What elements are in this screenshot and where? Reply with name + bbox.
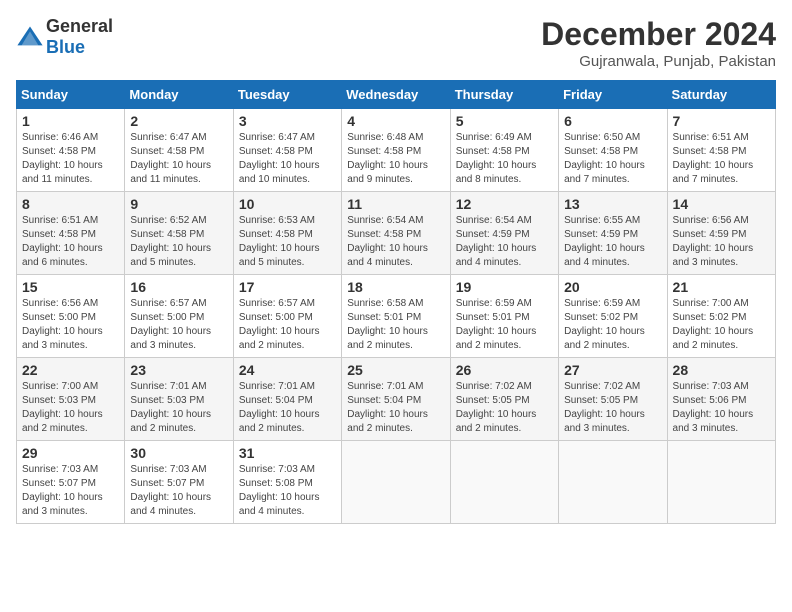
header-saturday: Saturday — [667, 81, 775, 109]
header-monday: Monday — [125, 81, 233, 109]
table-row: 12Sunrise: 6:54 AM Sunset: 4:59 PM Dayli… — [450, 192, 558, 275]
table-row: 9Sunrise: 6:52 AM Sunset: 4:58 PM Daylig… — [125, 192, 233, 275]
table-row: 27Sunrise: 7:02 AM Sunset: 5:05 PM Dayli… — [559, 358, 667, 441]
table-row — [450, 441, 558, 524]
table-row: 14Sunrise: 6:56 AM Sunset: 4:59 PM Dayli… — [667, 192, 775, 275]
table-row: 20Sunrise: 6:59 AM Sunset: 5:02 PM Dayli… — [559, 275, 667, 358]
table-row: 7Sunrise: 6:51 AM Sunset: 4:58 PM Daylig… — [667, 109, 775, 192]
table-row: 16Sunrise: 6:57 AM Sunset: 5:00 PM Dayli… — [125, 275, 233, 358]
header-friday: Friday — [559, 81, 667, 109]
logo: General Blue — [16, 16, 113, 58]
table-row: 30Sunrise: 7:03 AM Sunset: 5:07 PM Dayli… — [125, 441, 233, 524]
logo-icon — [16, 23, 44, 51]
calendar-week-2: 8Sunrise: 6:51 AM Sunset: 4:58 PM Daylig… — [17, 192, 776, 275]
table-row: 3Sunrise: 6:47 AM Sunset: 4:58 PM Daylig… — [233, 109, 341, 192]
table-row: 26Sunrise: 7:02 AM Sunset: 5:05 PM Dayli… — [450, 358, 558, 441]
header-thursday: Thursday — [450, 81, 558, 109]
location: Gujranwala, Punjab, Pakistan — [541, 53, 776, 70]
table-row: 11Sunrise: 6:54 AM Sunset: 4:58 PM Dayli… — [342, 192, 450, 275]
table-row — [342, 441, 450, 524]
table-row: 18Sunrise: 6:58 AM Sunset: 5:01 PM Dayli… — [342, 275, 450, 358]
table-row: 29Sunrise: 7:03 AM Sunset: 5:07 PM Dayli… — [17, 441, 125, 524]
table-row: 28Sunrise: 7:03 AM Sunset: 5:06 PM Dayli… — [667, 358, 775, 441]
page-header: General Blue December 2024 Gujranwala, P… — [16, 16, 776, 70]
calendar-week-4: 22Sunrise: 7:00 AM Sunset: 5:03 PM Dayli… — [17, 358, 776, 441]
table-row: 19Sunrise: 6:59 AM Sunset: 5:01 PM Dayli… — [450, 275, 558, 358]
table-row: 13Sunrise: 6:55 AM Sunset: 4:59 PM Dayli… — [559, 192, 667, 275]
table-row: 15Sunrise: 6:56 AM Sunset: 5:00 PM Dayli… — [17, 275, 125, 358]
table-row: 21Sunrise: 7:00 AM Sunset: 5:02 PM Dayli… — [667, 275, 775, 358]
title-block: December 2024 Gujranwala, Punjab, Pakist… — [541, 16, 776, 70]
header-row: Sunday Monday Tuesday Wednesday Thursday… — [17, 81, 776, 109]
table-row: 24Sunrise: 7:01 AM Sunset: 5:04 PM Dayli… — [233, 358, 341, 441]
header-tuesday: Tuesday — [233, 81, 341, 109]
table-row: 8Sunrise: 6:51 AM Sunset: 4:58 PM Daylig… — [17, 192, 125, 275]
table-row: 17Sunrise: 6:57 AM Sunset: 5:00 PM Dayli… — [233, 275, 341, 358]
logo-general: General — [46, 16, 113, 36]
table-row: 25Sunrise: 7:01 AM Sunset: 5:04 PM Dayli… — [342, 358, 450, 441]
table-row: 6Sunrise: 6:50 AM Sunset: 4:58 PM Daylig… — [559, 109, 667, 192]
calendar-week-3: 15Sunrise: 6:56 AM Sunset: 5:00 PM Dayli… — [17, 275, 776, 358]
logo-blue: Blue — [46, 37, 85, 57]
header-sunday: Sunday — [17, 81, 125, 109]
table-row: 2Sunrise: 6:47 AM Sunset: 4:58 PM Daylig… — [125, 109, 233, 192]
calendar-week-1: 1Sunrise: 6:46 AM Sunset: 4:58 PM Daylig… — [17, 109, 776, 192]
month-title: December 2024 — [541, 16, 776, 53]
header-wednesday: Wednesday — [342, 81, 450, 109]
calendar-week-5: 29Sunrise: 7:03 AM Sunset: 5:07 PM Dayli… — [17, 441, 776, 524]
table-row: 4Sunrise: 6:48 AM Sunset: 4:58 PM Daylig… — [342, 109, 450, 192]
calendar-table: Sunday Monday Tuesday Wednesday Thursday… — [16, 80, 776, 524]
table-row: 5Sunrise: 6:49 AM Sunset: 4:58 PM Daylig… — [450, 109, 558, 192]
table-row: 23Sunrise: 7:01 AM Sunset: 5:03 PM Dayli… — [125, 358, 233, 441]
table-row — [559, 441, 667, 524]
table-row — [667, 441, 775, 524]
table-row: 31Sunrise: 7:03 AM Sunset: 5:08 PM Dayli… — [233, 441, 341, 524]
table-row: 22Sunrise: 7:00 AM Sunset: 5:03 PM Dayli… — [17, 358, 125, 441]
table-row: 1Sunrise: 6:46 AM Sunset: 4:58 PM Daylig… — [17, 109, 125, 192]
table-row: 10Sunrise: 6:53 AM Sunset: 4:58 PM Dayli… — [233, 192, 341, 275]
